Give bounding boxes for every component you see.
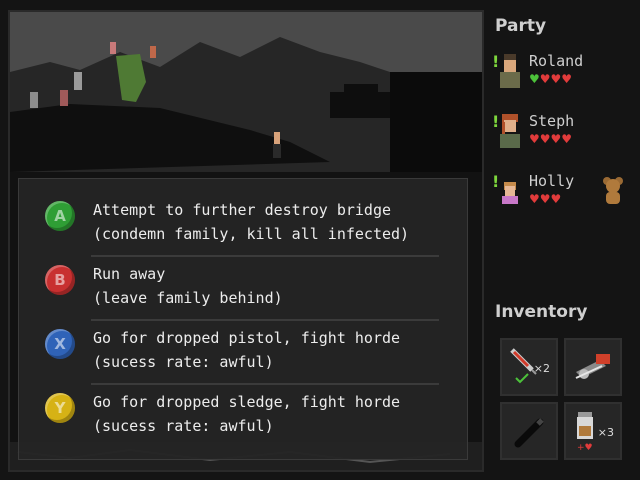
holly-portrait-icon [502, 182, 518, 204]
item-count: ×3 [597, 426, 614, 439]
member-name: Holly [529, 172, 575, 190]
party-member-steph[interactable]: ! Steph ♥♥♥♥ [492, 112, 640, 152]
chainsaw-icon [575, 354, 610, 379]
party-member-roland[interactable]: ! Roland ♥♥♥♥ [492, 52, 640, 92]
x-button-icon: X [45, 329, 75, 359]
health-hearts: ♥♥♥♥ [529, 72, 573, 86]
choice-y-detail: (sucess rate: awful) [93, 417, 274, 435]
choice-a-text: Attempt to further destroy bridge [93, 201, 392, 219]
choice-x[interactable]: X Go for dropped pistol, fight horde (su… [19, 307, 469, 371]
a-button-icon: A [45, 201, 75, 231]
choice-x-text: Go for dropped pistol, fight horde [93, 329, 401, 347]
inventory-slot-flashlight[interactable] [500, 402, 558, 460]
medicine-jar-icon: +♥ [577, 412, 593, 453]
choice-x-detail: (sucess rate: awful) [93, 353, 274, 371]
health-hearts: ♥♥♥♥ [529, 132, 573, 146]
b-button-icon: B [45, 265, 75, 295]
choice-b-text: Run away [93, 265, 166, 283]
member-name: Roland [529, 52, 584, 70]
flashlight-icon [514, 418, 544, 448]
teddy-bear-icon [603, 177, 623, 204]
steph-portrait-icon [500, 114, 520, 148]
inventory-slot-syringe[interactable]: ×2 [500, 338, 558, 396]
inventory-slot-chainsaw[interactable] [564, 338, 622, 396]
party-member-holly[interactable]: ! Holly ♥♥♥ [492, 172, 640, 212]
choice-a[interactable]: A Attempt to further destroy bridge (con… [19, 179, 469, 243]
choice-b-detail: (leave family behind) [93, 289, 283, 307]
choice-a-detail: (condemn family, kill all infected) [93, 225, 410, 243]
svg-text:+♥: +♥ [577, 443, 593, 453]
choice-dialog: A Attempt to further destroy bridge (con… [18, 178, 468, 460]
member-name: Steph [529, 112, 575, 130]
choice-b[interactable]: B Run away (leave family behind) [19, 243, 469, 307]
inventory-slot-medicine[interactable]: +♥ ×3 [564, 402, 622, 460]
health-hearts: ♥♥♥ [529, 192, 562, 206]
side-panel: Party ! Roland ♥♥♥♥ ! Steph ♥♥♥♥ ! Holly… [492, 0, 640, 480]
party-title: Party [495, 16, 547, 36]
roland-portrait-icon [500, 54, 520, 88]
choice-y-text: Go for dropped sledge, fight horde [93, 393, 401, 411]
inventory-title: Inventory [495, 302, 588, 322]
y-button-icon: Y [45, 393, 75, 423]
choice-y[interactable]: Y Go for dropped sledge, fight horde (su… [19, 371, 469, 435]
item-count: ×2 [533, 362, 550, 375]
